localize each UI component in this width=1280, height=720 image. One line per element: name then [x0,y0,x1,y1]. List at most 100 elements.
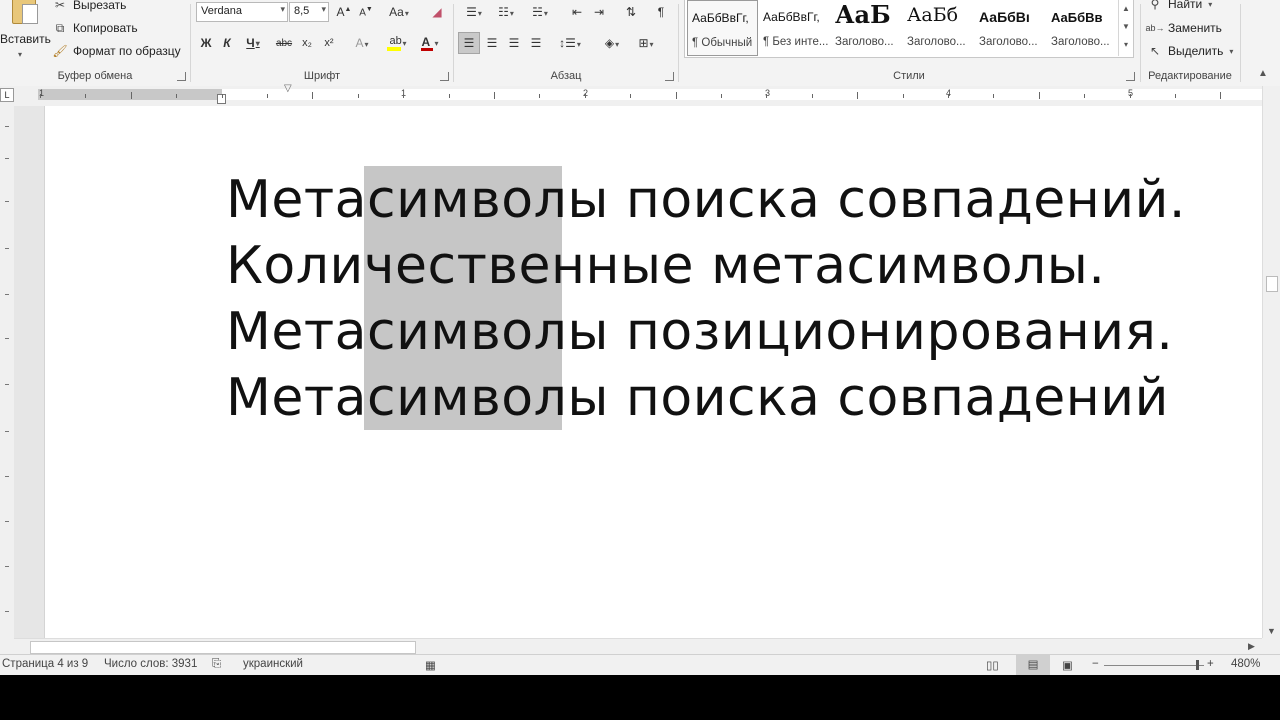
font-name-value: Verdana [201,5,242,17]
subscript-button[interactable]: x₂ [298,33,316,53]
chevron-down-icon: ▾ [280,4,285,14]
strikethrough-button[interactable]: abc [273,33,295,53]
superscript-label: x² [324,37,334,49]
vertical-scrollbar[interactable]: ▼ [1262,86,1280,638]
underline-label: Ч [246,36,255,50]
read-mode-icon[interactable]: ▯▯ [986,658,999,672]
page-counter[interactable]: Страница 4 из 9 [2,658,88,670]
text-effects-button[interactable]: A▾ [349,33,375,53]
print-layout-icon[interactable]: ▤ [1016,655,1050,675]
format-painter-icon: 🖌 [52,44,68,58]
justify-icon: ☰ [530,36,542,50]
bullet-list-icon: ☰▾ [466,5,482,19]
cut-button[interactable]: ✂ Вырезать [52,0,126,13]
chevron-down-icon: ▾ [321,4,326,14]
grow-font-button[interactable]: A▲ [335,2,353,22]
increase-indent-button[interactable]: ⇥ [590,2,608,22]
font-name-combo[interactable]: Verdana ▾ [196,2,288,22]
document-line[interactable]: Количественные метасимволы. [226,236,1105,296]
proofing-icon[interactable]: ⎘ [212,658,221,671]
change-case-button[interactable]: Aa▾ [384,2,414,22]
zoom-slider-thumb[interactable] [1196,660,1199,670]
horizontal-ruler[interactable]: L ▽ 1 1 2 3 4 5 [0,83,1280,106]
clipboard-launcher-icon[interactable] [177,72,186,81]
align-center-button[interactable]: ☰ [482,33,502,53]
numbering-button[interactable]: ☷▾ [492,2,520,22]
select-button[interactable]: ↖ Выделить ▾ [1147,43,1233,59]
vruler-tick [5,201,9,202]
ruler-tick [1130,94,1131,98]
paragraph-launcher-icon[interactable] [665,72,674,81]
shrink-font-button[interactable]: A▼ [357,2,375,22]
document-line[interactable]: Метасимволы позиционирования. [226,302,1173,362]
sort-icon: ⇅ [625,5,637,19]
find-button[interactable]: ⚲ Найти ▾ [1147,0,1213,12]
highlight-button[interactable]: ab ▾ [383,33,411,53]
ruler-tick [585,94,586,98]
zoom-in-icon[interactable]: + [1207,658,1214,670]
first-line-indent-icon[interactable]: ▽ [284,83,292,94]
find-label: Найти [1168,0,1203,11]
align-center-icon: ☰ [486,36,498,50]
font-size-combo[interactable]: 8,5 ▾ [289,2,329,22]
format-painter-button[interactable]: 🖌 Формат по образцу [52,43,180,59]
justify-button[interactable]: ☰ [526,33,546,53]
zoom-slider[interactable] [1104,665,1204,666]
underline-button[interactable]: Ч ▾ [240,33,266,53]
align-left-button[interactable]: ☰ [458,32,480,54]
bullets-button[interactable]: ☰▾ [460,2,488,22]
vruler-tick [5,431,9,432]
language-indicator[interactable]: украинский [243,658,303,670]
bold-button[interactable]: Ж [198,33,214,53]
styles-launcher-icon[interactable] [1126,72,1135,81]
font-launcher-icon[interactable] [440,72,449,81]
ruler-tick [903,94,904,98]
horizontal-scrollbar[interactable]: ▶ [14,638,1262,655]
paste-button[interactable]: Вставить ▾ [0,0,51,62]
line-spacing-icon: ↕☰▾ [559,36,581,50]
scroll-right-icon[interactable]: ▶ [1248,641,1255,652]
multilevel-list-button[interactable]: ☵▾ [526,2,554,22]
replace-button[interactable]: ab→ Заменить [1146,20,1222,36]
paste-dropdown-icon[interactable]: ▾ [18,50,22,59]
decrease-indent-button[interactable]: ⇤ [568,2,586,22]
shading-button[interactable]: ◈▾ [598,33,626,53]
ruler-tick [721,94,722,98]
vruler-tick [5,476,9,477]
sort-button[interactable]: ⇅ [622,2,640,22]
web-layout-icon[interactable]: ▣ [1062,658,1073,672]
ruler-tick [176,94,177,98]
ruler-tick [267,94,268,98]
vertical-scroll-thumb[interactable] [1266,276,1278,292]
borders-button[interactable]: ⊞▾ [632,33,660,53]
copy-label: Копировать [73,21,138,35]
superscript-button[interactable]: x² [320,33,338,53]
horizontal-scroll-thumb[interactable] [30,641,416,654]
font-color-button[interactable]: A ▾ [417,33,443,53]
italic-button[interactable]: К [219,33,235,53]
ruler-tick [312,92,313,99]
ruler-tick [494,92,495,99]
align-right-button[interactable]: ☰ [504,33,524,53]
word-count[interactable]: Число слов: 3931 [104,658,197,670]
tab-selector-icon[interactable]: L [0,88,14,102]
align-left-icon: ☰ [463,36,475,50]
copy-icon: ⧉ [55,20,65,35]
line-spacing-button[interactable]: ↕☰▾ [556,33,584,53]
clear-formatting-button[interactable]: ◢ [427,2,447,22]
zoom-level[interactable]: 480% [1231,658,1260,670]
document-line[interactable]: Метасимволы поиска совпадений. [226,170,1186,230]
copy-button[interactable]: ⧉ Копировать [52,20,138,36]
ruler-tick [1084,94,1085,98]
zoom-out-icon[interactable]: − [1092,658,1099,670]
ruler-margin-left [38,89,222,100]
vertical-ruler[interactable] [0,106,14,638]
document-page[interactable]: Метасимволы поиска совпадений. Количеств… [44,106,1265,638]
show-marks-button[interactable]: ¶ [652,2,670,22]
collapse-ribbon-icon[interactable]: ▲ [1258,68,1268,79]
macro-icon[interactable]: ▦ [425,658,436,672]
vruler-tick [5,338,9,339]
scroll-down-icon[interactable]: ▼ [1267,626,1276,636]
document-line[interactable]: Метасимволы поиска совпадений [226,368,1169,428]
paint-bucket-icon: ◈▾ [604,36,620,50]
